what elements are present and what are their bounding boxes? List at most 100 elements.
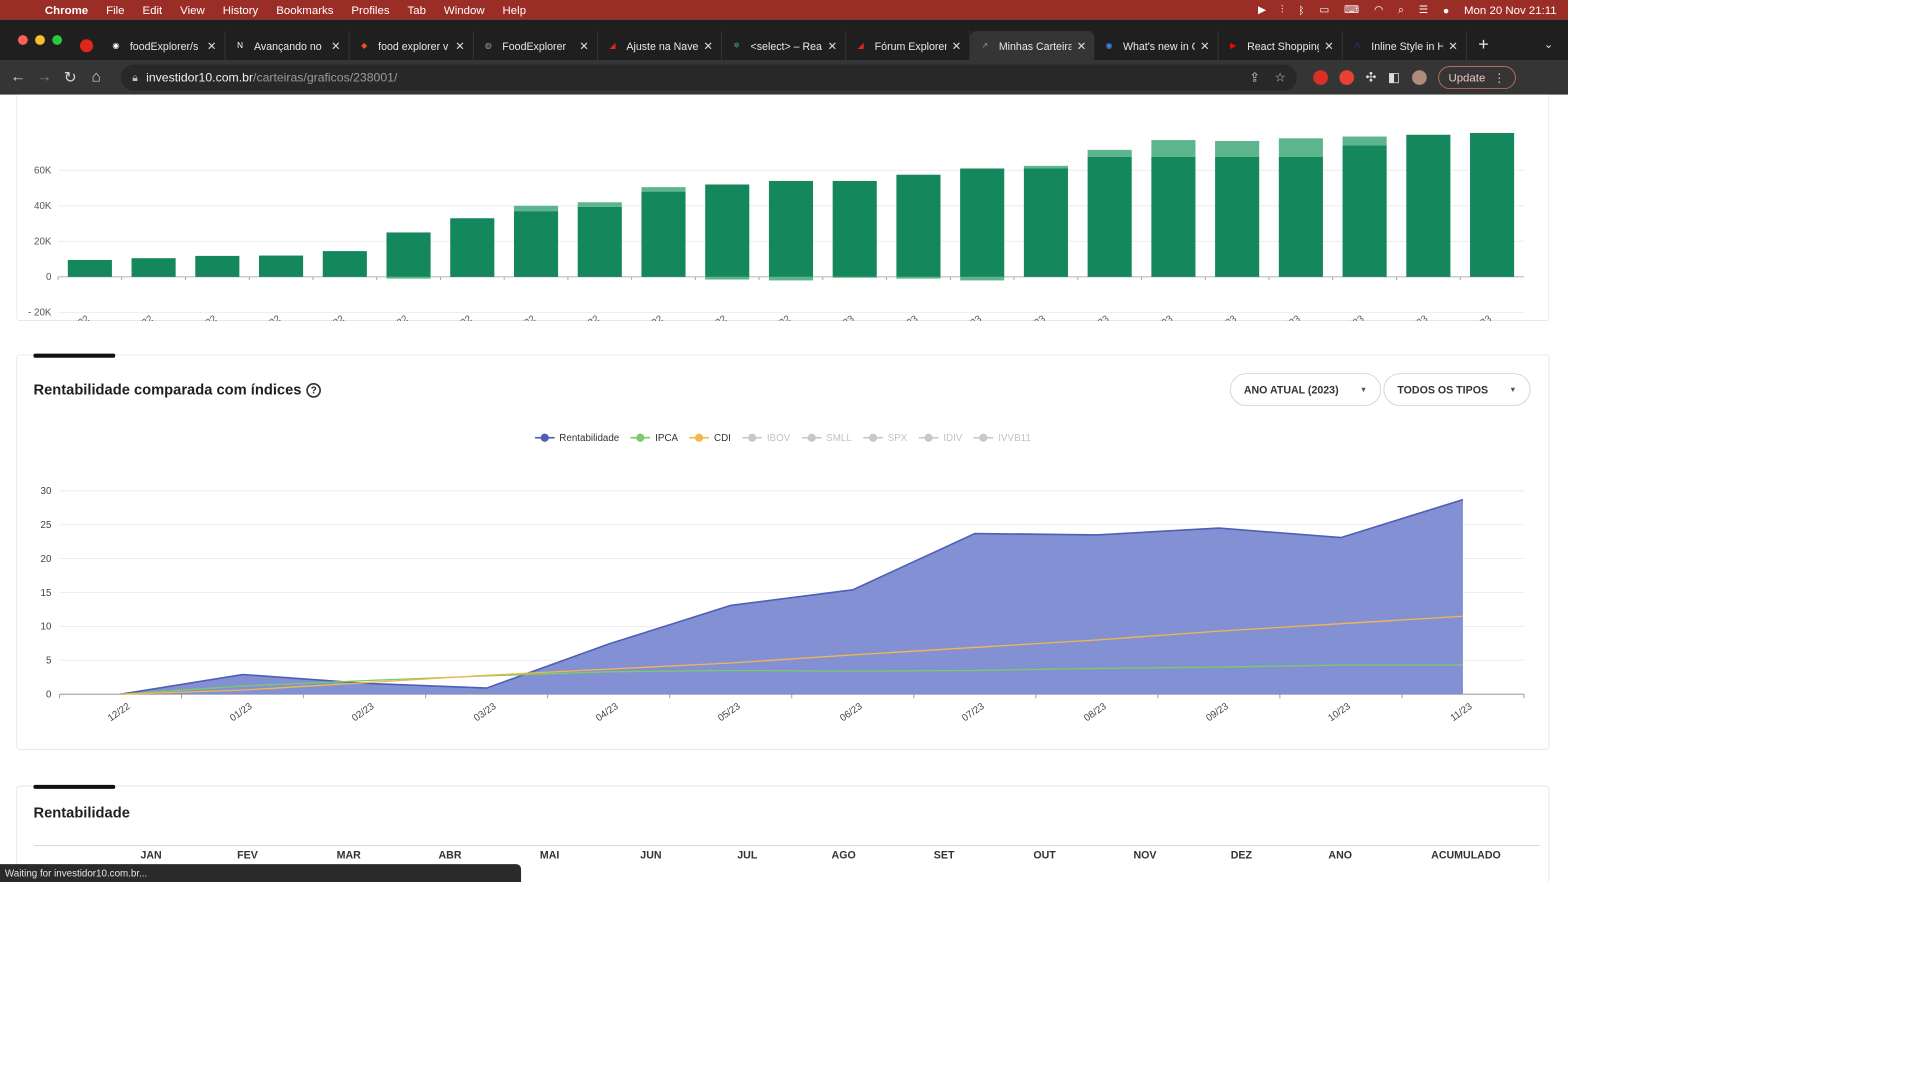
play-icon[interactable]: ▶ xyxy=(1258,3,1266,16)
keyboard-icon[interactable]: ⌨ xyxy=(1344,3,1359,16)
browser-tab[interactable]: ◢ Ajuste na Nave ✕ xyxy=(598,31,722,61)
browser-tab[interactable]: ↗ Minhas Carteira ✕ xyxy=(970,31,1095,61)
controls-icon[interactable]: ⫶ xyxy=(1281,3,1284,16)
browser-tab[interactable]: ◉ What's new in C ✕ xyxy=(1094,31,1219,61)
close-tab-icon[interactable]: ✕ xyxy=(828,39,838,53)
profile-avatar[interactable] xyxy=(1411,70,1427,85)
control-center-icon[interactable]: ☰ xyxy=(1419,3,1429,16)
new-tab-icon[interactable]: + xyxy=(1467,33,1500,54)
browser-tab[interactable]: ⚛ <select> – Rea ✕ xyxy=(722,31,847,61)
column-header[interactable]: ANO xyxy=(1328,849,1352,861)
reload-icon[interactable]: ↻ xyxy=(57,68,83,87)
column-header[interactable]: JUL xyxy=(737,849,757,861)
column-header[interactable]: MAR xyxy=(337,849,361,861)
menu-view[interactable]: View xyxy=(171,3,214,16)
close-tab-icon[interactable]: ✕ xyxy=(703,39,713,53)
menu-bookmarks[interactable]: Bookmarks xyxy=(267,3,342,16)
column-header[interactable]: OUT xyxy=(1033,849,1055,861)
menu-help[interactable]: Help xyxy=(494,3,535,16)
window-controls xyxy=(0,35,85,45)
close-tab-icon[interactable]: ✕ xyxy=(331,39,341,53)
extension-icon[interactable] xyxy=(1339,70,1355,85)
menu-profiles[interactable]: Profiles xyxy=(342,3,398,16)
browser-tab[interactable]: ◉ foodExplorer/s ✕ xyxy=(101,31,226,61)
column-header[interactable]: SET xyxy=(934,849,955,861)
close-tab-icon[interactable]: ✕ xyxy=(1448,39,1458,53)
menu-clock[interactable]: Mon 20 Nov 21:11 xyxy=(1464,3,1557,16)
close-tab-icon[interactable]: ✕ xyxy=(579,39,589,53)
minimize-window-icon[interactable] xyxy=(35,35,45,45)
menu-file[interactable]: File xyxy=(97,3,133,16)
menu-app-name[interactable]: Chrome xyxy=(36,3,97,16)
column-header[interactable]: NOV xyxy=(1134,849,1157,861)
browser-tab[interactable]: ◆ food explorer v ✕ xyxy=(350,31,474,61)
bar-negative-segment xyxy=(832,276,877,278)
column-header[interactable]: ABR xyxy=(438,849,461,861)
spotlight-icon[interactable]: ⌕ xyxy=(1398,3,1404,16)
x-tick-label: 08/22 xyxy=(511,314,537,321)
y-tick-label: 60K xyxy=(34,166,52,177)
browser-tab[interactable]: A Inline Style in H ✕ xyxy=(1343,31,1467,61)
table-divider xyxy=(33,845,1541,847)
column-header[interactable]: JUN xyxy=(640,849,661,861)
close-tab-icon[interactable]: ✕ xyxy=(207,39,217,53)
zoom-window-icon[interactable] xyxy=(52,35,63,45)
x-tick-label: 04/23 xyxy=(594,701,621,724)
y-tick-label: 10 xyxy=(41,622,52,633)
x-tick-label: 11/22 xyxy=(703,314,729,321)
menu-edit[interactable]: Edit xyxy=(134,3,172,16)
column-header[interactable]: FEV xyxy=(237,849,258,861)
back-icon[interactable]: ← xyxy=(5,69,31,87)
adblock-extension-icon[interactable] xyxy=(1313,70,1328,85)
globe-icon: ◍ xyxy=(484,41,492,51)
battery-icon[interactable]: ▭ xyxy=(1319,3,1329,16)
close-window-icon[interactable] xyxy=(17,35,28,45)
y-tick-label: 25 xyxy=(41,520,52,531)
bar-segment xyxy=(641,187,686,192)
lock-icon[interactable]: 🔒︎ xyxy=(132,71,138,84)
home-icon[interactable]: ⌂ xyxy=(83,69,109,87)
browser-tab[interactable]: ▶ React Shopping ✕ xyxy=(1219,31,1343,61)
tab-list: ◉ foodExplorer/s ✕ N Avançando no ✕ ◆ food expl… xyxy=(101,20,1467,61)
column-header[interactable]: MAI xyxy=(540,849,559,861)
close-tab-icon[interactable]: ✕ xyxy=(952,39,962,53)
extensions-puzzle-icon[interactable]: ✣ xyxy=(1366,69,1377,85)
siri-icon[interactable]: ● xyxy=(1443,4,1449,16)
y-tick-label: 30 xyxy=(41,486,52,497)
y-tick-label: 20K xyxy=(34,237,52,248)
browser-tab[interactable]: N Avançando no ✕ xyxy=(225,31,350,61)
column-header[interactable]: DEZ xyxy=(1231,849,1252,861)
y-tick-label: 20 xyxy=(41,554,52,565)
address-bar[interactable]: 🔒︎ investidor10.com.br /carteiras/grafic… xyxy=(120,64,1297,91)
kebab-menu-icon: ⋮ xyxy=(1493,70,1505,84)
wifi-icon[interactable]: ◠ xyxy=(1374,3,1383,16)
browser-tab[interactable]: ◢ Fórum Explorer ✕ xyxy=(846,31,971,61)
tab-search-icon[interactable]: ⌄ xyxy=(1544,37,1568,51)
tab-title: What's new in C xyxy=(1122,39,1196,52)
close-tab-icon[interactable]: ✕ xyxy=(1077,39,1087,53)
table-header: JAN FEV MAR ABR MAI JUN JUL AGO SET OUT NOV DEZ ANO A… xyxy=(17,849,1548,864)
x-tick-label: 11/23 xyxy=(1468,313,1494,321)
close-tab-icon[interactable]: ✕ xyxy=(455,39,465,53)
bookmark-star-icon[interactable]: ☆ xyxy=(1274,70,1285,85)
menu-tab[interactable]: Tab xyxy=(399,3,435,16)
share-icon[interactable]: ⇪ xyxy=(1250,70,1260,85)
todoist-icon[interactable] xyxy=(80,39,94,53)
menu-history[interactable]: History xyxy=(214,3,268,16)
close-tab-icon[interactable]: ✕ xyxy=(1324,39,1334,53)
bar-negative-segment xyxy=(960,276,1005,281)
browser-tab[interactable]: ◍ FoodExplorer ✕ xyxy=(474,31,598,61)
menu-window[interactable]: Window xyxy=(435,3,494,16)
side-panel-icon[interactable]: ◧ xyxy=(1388,69,1400,85)
column-header[interactable]: AGO xyxy=(832,849,856,861)
tab-title: Avançando no xyxy=(253,39,322,52)
update-button[interactable]: Update ⋮ xyxy=(1437,66,1516,90)
x-tick-label: 09/23 xyxy=(1340,313,1367,321)
figma-icon: ◆ xyxy=(361,41,368,51)
notion-icon: N xyxy=(237,41,244,51)
column-header[interactable]: JAN xyxy=(140,849,161,861)
column-header[interactable]: ACUMULADO xyxy=(1431,849,1501,861)
close-tab-icon[interactable]: ✕ xyxy=(1200,39,1210,53)
bluetooth-icon[interactable]: ᛒ xyxy=(1298,4,1304,16)
forward-icon[interactable]: → xyxy=(31,69,57,87)
